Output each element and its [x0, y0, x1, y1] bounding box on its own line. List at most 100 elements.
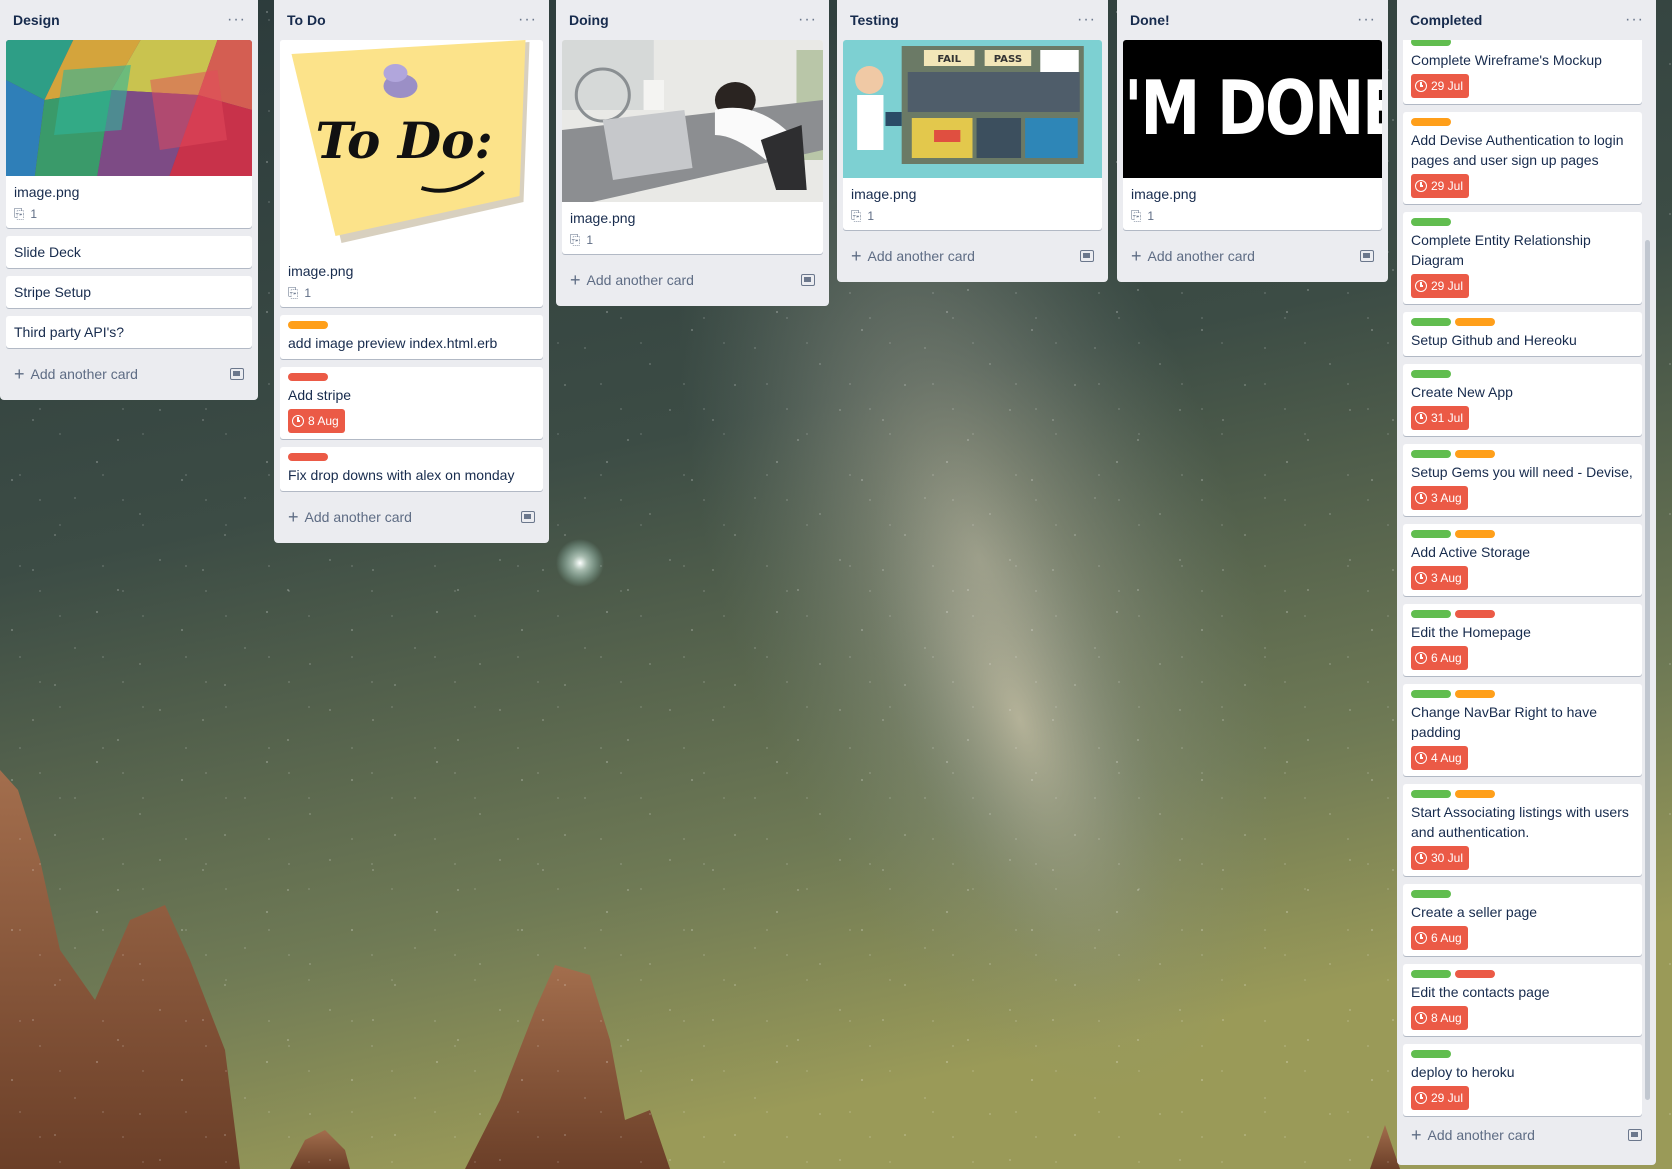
card-cover: FAIL PASS [843, 40, 1102, 178]
card-title: Change NavBar Right to have padding [1411, 704, 1597, 740]
card[interactable]: Change NavBar Right to have padding 4 Au… [1403, 684, 1642, 776]
add-card-button[interactable]: + Add another card [6, 356, 252, 392]
card[interactable]: Complete Entity Relationship Diagram 29 … [1403, 212, 1642, 304]
paperclip-icon: ⎘ [570, 232, 581, 247]
card-title: Add Devise Authentication to login pages… [1411, 132, 1624, 168]
add-card-button[interactable]: + Add another card [843, 238, 1102, 274]
card-title: Slide Deck [14, 244, 81, 260]
add-card-button[interactable]: + Add another card [1123, 238, 1382, 274]
due-date-badge[interactable]: 30 Jul [1411, 846, 1470, 870]
label-orange [1455, 690, 1495, 698]
paperclip-icon: ⎘ [14, 206, 25, 221]
card[interactable]: Setup Github and Hereoku [1403, 312, 1642, 356]
card[interactable]: Start Associating listings with users an… [1403, 784, 1642, 876]
due-date: 31 Jul [1431, 411, 1464, 425]
card[interactable]: Complete Wireframe's Mockup 29 Jul [1403, 40, 1642, 104]
plus-icon: + [1131, 246, 1142, 266]
plus-icon: + [851, 246, 862, 266]
card[interactable]: Setup Gems you will need - Devise, 3 Aug [1403, 444, 1642, 516]
add-card-button[interactable]: + Add another card [562, 262, 823, 298]
card-title: Edit the Homepage [1411, 624, 1531, 640]
card-badges: ⎘ 1 [14, 206, 244, 222]
due-date: 30 Jul [1431, 851, 1464, 865]
card[interactable]: Stripe Setup [6, 276, 252, 308]
card[interactable]: Create a seller page 6 Aug [1403, 884, 1642, 956]
card[interactable]: Edit the Homepage 6 Aug [1403, 604, 1642, 676]
due-date-badge[interactable]: 8 Aug [1411, 1006, 1468, 1030]
list-done: Done! ··· I'M DONE image.png ⎘ 1 + Add an… [1117, 0, 1388, 282]
card-labels [1411, 218, 1634, 226]
card-cover [562, 40, 823, 202]
add-card-label: Add another card [304, 509, 412, 525]
list-title: Doing [569, 12, 609, 28]
card-labels [1411, 1050, 1634, 1058]
card[interactable]: Add stripe 8 Aug [280, 367, 543, 439]
ellipsis-icon[interactable]: ··· [1625, 12, 1644, 28]
card[interactable]: deploy to heroku 29 Jul [1403, 1044, 1642, 1116]
card-cover-image[interactable]: FAIL PASS image.png ⎘ 1 [843, 40, 1102, 230]
attachment-count: 1 [30, 207, 38, 221]
ellipsis-icon[interactable]: ··· [798, 12, 817, 28]
label-orange [1455, 318, 1495, 326]
card-labels [1411, 450, 1634, 458]
add-card-label: Add another card [1147, 248, 1255, 264]
card-title: Start Associating listings with users an… [1411, 804, 1629, 840]
due-date: 29 Jul [1431, 179, 1464, 193]
due-date: 3 Aug [1431, 571, 1462, 585]
card-cover-image[interactable]: To Do: image.png ⎘ 1 [280, 40, 543, 307]
due-date-badge[interactable]: 3 Aug [1411, 486, 1468, 510]
label-green [1411, 890, 1451, 898]
due-date-badge[interactable]: 31 Jul [1411, 406, 1470, 430]
card-labels [1411, 370, 1634, 378]
list-design: Design ··· image.png ⎘ 1 Slide Deck Stri… [0, 0, 258, 400]
due-date-badge[interactable]: 6 Aug [1411, 926, 1468, 950]
clock-icon [1415, 1092, 1427, 1104]
card-badges: ⎘ 1 [1131, 208, 1374, 224]
card-title: deploy to heroku [1411, 1064, 1515, 1080]
card[interactable]: Edit the contacts page 8 Aug [1403, 964, 1642, 1036]
card-cover-image[interactable]: image.png ⎘ 1 [6, 40, 252, 228]
card[interactable]: Add Devise Authentication to login pages… [1403, 112, 1642, 204]
ellipsis-icon[interactable]: ··· [1357, 12, 1376, 28]
due-date-badge[interactable]: 29 Jul [1411, 1086, 1470, 1110]
add-card-button[interactable]: + Add another card [1403, 1117, 1650, 1153]
list-scrollbar[interactable] [1645, 240, 1650, 1100]
list-title: Design [13, 12, 60, 28]
card-title: Add Active Storage [1411, 544, 1531, 560]
due-date-badge[interactable]: 6 Aug [1411, 646, 1468, 670]
card-cover-image[interactable]: image.png ⎘ 1 [562, 40, 823, 254]
due-date-badge[interactable]: 3 Aug [1411, 566, 1468, 590]
card-template-icon[interactable] [801, 274, 815, 286]
card[interactable]: Create New App 31 Jul [1403, 364, 1642, 436]
label-orange [1411, 118, 1451, 126]
list-completed: Completed ··· Complete Wireframe's Mocku… [1397, 0, 1656, 1165]
add-card-button[interactable]: + Add another card [280, 499, 543, 535]
card-cover-image[interactable]: I'M DONE image.png ⎘ 1 [1123, 40, 1382, 230]
card[interactable]: Add Active Storage 3 Aug [1403, 524, 1642, 596]
ellipsis-icon[interactable]: ··· [518, 12, 537, 28]
card-template-icon[interactable] [230, 368, 244, 380]
card[interactable]: Slide Deck [6, 236, 252, 268]
due-date-badge[interactable]: 29 Jul [1411, 174, 1470, 198]
card-template-icon[interactable] [1360, 250, 1374, 262]
ellipsis-icon[interactable]: ··· [227, 12, 246, 28]
card[interactable]: Third party API's? [6, 316, 252, 348]
card-template-icon[interactable] [1628, 1129, 1642, 1141]
label-orange [1455, 790, 1495, 798]
card-badges: ⎘ 1 [570, 232, 815, 248]
due-date-badge[interactable]: 29 Jul [1411, 74, 1470, 98]
card[interactable]: add image preview index.html.erb [280, 315, 543, 359]
due-date-badge[interactable]: 8 Aug [288, 409, 345, 433]
card-template-icon[interactable] [521, 511, 535, 523]
clock-icon [1415, 852, 1427, 864]
ellipsis-icon[interactable]: ··· [1077, 12, 1096, 28]
due-date-badge[interactable]: 4 Aug [1411, 746, 1468, 770]
label-orange [1455, 450, 1495, 458]
label-green [1411, 370, 1451, 378]
card-title: Setup Github and Hereoku [1411, 332, 1577, 348]
clock-icon [1415, 180, 1427, 192]
due-date-badge[interactable]: 29 Jul [1411, 274, 1470, 298]
label-green [1411, 970, 1451, 978]
card-template-icon[interactable] [1080, 250, 1094, 262]
card[interactable]: Fix drop downs with alex on monday [280, 447, 543, 491]
